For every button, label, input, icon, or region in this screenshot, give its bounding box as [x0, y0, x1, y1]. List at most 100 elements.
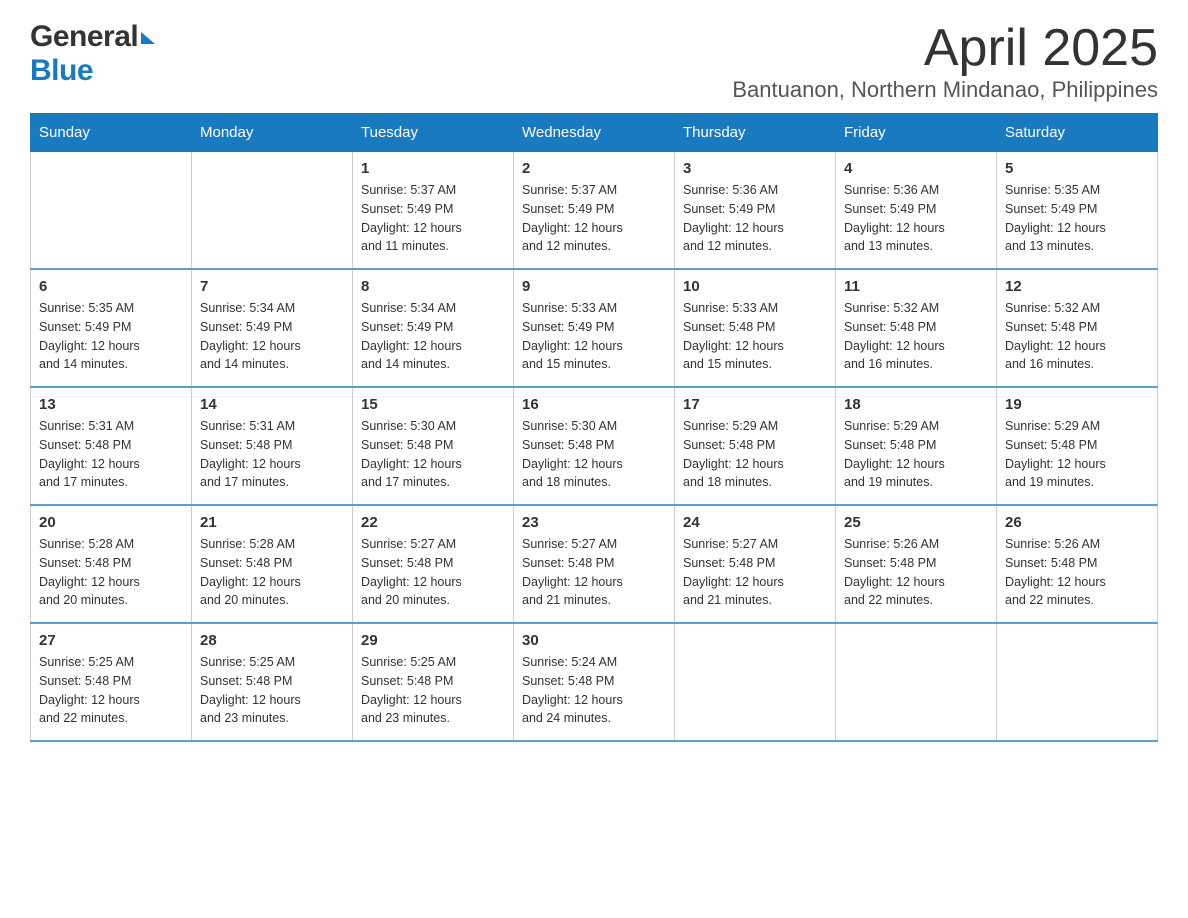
- calendar-week-row: 1 Sunrise: 5:37 AMSunset: 5:49 PMDaylight…: [31, 152, 1158, 270]
- calendar-cell: 4 Sunrise: 5:36 AMSunset: 5:49 PMDaylight…: [836, 152, 997, 270]
- calendar-cell: [192, 152, 353, 270]
- calendar-cell: 3 Sunrise: 5:36 AMSunset: 5:49 PMDaylight…: [675, 152, 836, 270]
- day-info: Sunrise: 5:30 AMSunset: 5:48 PMDaylight:…: [522, 417, 666, 492]
- day-info: Sunrise: 5:32 AMSunset: 5:48 PMDaylight:…: [844, 299, 988, 374]
- location-title: Bantuanon, Northern Mindanao, Philippine…: [732, 77, 1158, 103]
- day-number: 18: [844, 396, 988, 413]
- logo-general: General: [30, 20, 138, 54]
- calendar-cell: 12Sunrise: 5:32 AMSunset: 5:48 PMDayligh…: [997, 269, 1158, 387]
- day-info: Sunrise: 5:27 AMSunset: 5:48 PMDaylight:…: [683, 535, 827, 610]
- calendar-cell: [675, 623, 836, 741]
- day-info: Sunrise: 5:35 AMSunset: 5:49 PMDaylight:…: [39, 299, 183, 374]
- day-number: 2: [522, 160, 666, 177]
- calendar-cell: 23 Sunrise: 5:27 AMSunset: 5:48 PMDayligh…: [514, 505, 675, 623]
- day-info: Sunrise: 5:29 AMSunset: 5:48 PMDaylight:…: [844, 417, 988, 492]
- day-number: 21: [200, 514, 344, 531]
- day-info: Sunrise: 5:27 AMSunset: 5:48 PMDaylight:…: [361, 535, 505, 610]
- day-info: Sunrise: 5:25 AMSunset: 5:48 PMDaylight:…: [200, 653, 344, 728]
- day-info: Sunrise: 5:34 AMSunset: 5:49 PMDaylight:…: [361, 299, 505, 374]
- calendar-cell: 20 Sunrise: 5:28 AMSunset: 5:48 PMDayligh…: [31, 505, 192, 623]
- day-info: Sunrise: 5:36 AMSunset: 5:49 PMDaylight:…: [683, 181, 827, 256]
- day-number: 22: [361, 514, 505, 531]
- calendar-cell: 17 Sunrise: 5:29 AMSunset: 5:48 PMDayligh…: [675, 387, 836, 505]
- title-section: April 2025 Bantuanon, Northern Mindanao,…: [732, 20, 1158, 103]
- calendar-table: SundayMondayTuesdayWednesdayThursdayFrid…: [30, 113, 1158, 742]
- day-info: Sunrise: 5:33 AMSunset: 5:49 PMDaylight:…: [522, 299, 666, 374]
- day-info: Sunrise: 5:30 AMSunset: 5:48 PMDaylight:…: [361, 417, 505, 492]
- calendar-cell: 24 Sunrise: 5:27 AMSunset: 5:48 PMDayligh…: [675, 505, 836, 623]
- day-info: Sunrise: 5:35 AMSunset: 5:49 PMDaylight:…: [1005, 181, 1149, 256]
- day-of-week-header: Friday: [836, 114, 997, 152]
- logo-arrow-icon: [141, 32, 155, 44]
- day-info: Sunrise: 5:29 AMSunset: 5:48 PMDaylight:…: [683, 417, 827, 492]
- calendar-cell: 30Sunrise: 5:24 AMSunset: 5:48 PMDayligh…: [514, 623, 675, 741]
- day-number: 3: [683, 160, 827, 177]
- page-header: General Blue April 2025 Bantuanon, North…: [30, 20, 1158, 103]
- day-number: 23: [522, 514, 666, 531]
- day-number: 5: [1005, 160, 1149, 177]
- calendar-cell: 28Sunrise: 5:25 AMSunset: 5:48 PMDayligh…: [192, 623, 353, 741]
- calendar-cell: 10Sunrise: 5:33 AMSunset: 5:48 PMDayligh…: [675, 269, 836, 387]
- calendar-cell: 2 Sunrise: 5:37 AMSunset: 5:49 PMDaylight…: [514, 152, 675, 270]
- month-title: April 2025: [732, 20, 1158, 77]
- calendar-cell: 19Sunrise: 5:29 AMSunset: 5:48 PMDayligh…: [997, 387, 1158, 505]
- days-of-week-row: SundayMondayTuesdayWednesdayThursdayFrid…: [31, 114, 1158, 152]
- calendar-cell: 5 Sunrise: 5:35 AMSunset: 5:49 PMDaylight…: [997, 152, 1158, 270]
- calendar-cell: 11 Sunrise: 5:32 AMSunset: 5:48 PMDayligh…: [836, 269, 997, 387]
- day-number: 4: [844, 160, 988, 177]
- logo-blue: Blue: [30, 54, 93, 87]
- day-of-week-header: Thursday: [675, 114, 836, 152]
- day-number: 25: [844, 514, 988, 531]
- calendar-cell: 9Sunrise: 5:33 AMSunset: 5:49 PMDaylight…: [514, 269, 675, 387]
- calendar-cell: 26 Sunrise: 5:26 AMSunset: 5:48 PMDayligh…: [997, 505, 1158, 623]
- day-info: Sunrise: 5:37 AMSunset: 5:49 PMDaylight:…: [522, 181, 666, 256]
- calendar-cell: 6 Sunrise: 5:35 AMSunset: 5:49 PMDaylight…: [31, 269, 192, 387]
- day-info: Sunrise: 5:26 AMSunset: 5:48 PMDaylight:…: [844, 535, 988, 610]
- calendar-cell: 15 Sunrise: 5:30 AMSunset: 5:48 PMDayligh…: [353, 387, 514, 505]
- day-number: 26: [1005, 514, 1149, 531]
- day-number: 17: [683, 396, 827, 413]
- day-info: Sunrise: 5:36 AMSunset: 5:49 PMDaylight:…: [844, 181, 988, 256]
- calendar-cell: 29Sunrise: 5:25 AMSunset: 5:48 PMDayligh…: [353, 623, 514, 741]
- calendar-cell: [31, 152, 192, 270]
- day-number: 20: [39, 514, 183, 531]
- day-number: 30: [522, 632, 666, 649]
- day-of-week-header: Sunday: [31, 114, 192, 152]
- day-of-week-header: Wednesday: [514, 114, 675, 152]
- day-info: Sunrise: 5:25 AMSunset: 5:48 PMDaylight:…: [39, 653, 183, 728]
- day-number: 6: [39, 278, 183, 295]
- day-info: Sunrise: 5:37 AMSunset: 5:49 PMDaylight:…: [361, 181, 505, 256]
- calendar-cell: [997, 623, 1158, 741]
- logo: General Blue: [30, 20, 155, 88]
- calendar-cell: 21 Sunrise: 5:28 AMSunset: 5:48 PMDayligh…: [192, 505, 353, 623]
- day-number: 11: [844, 278, 988, 295]
- day-number: 19: [1005, 396, 1149, 413]
- calendar-cell: 27 Sunrise: 5:25 AMSunset: 5:48 PMDayligh…: [31, 623, 192, 741]
- day-of-week-header: Tuesday: [353, 114, 514, 152]
- day-number: 29: [361, 632, 505, 649]
- calendar-cell: 22 Sunrise: 5:27 AMSunset: 5:48 PMDayligh…: [353, 505, 514, 623]
- calendar-cell: 18 Sunrise: 5:29 AMSunset: 5:48 PMDayligh…: [836, 387, 997, 505]
- day-number: 15: [361, 396, 505, 413]
- day-number: 7: [200, 278, 344, 295]
- day-number: 1: [361, 160, 505, 177]
- day-info: Sunrise: 5:31 AMSunset: 5:48 PMDaylight:…: [39, 417, 183, 492]
- day-number: 24: [683, 514, 827, 531]
- day-info: Sunrise: 5:28 AMSunset: 5:48 PMDaylight:…: [200, 535, 344, 610]
- calendar-body: 1 Sunrise: 5:37 AMSunset: 5:49 PMDaylight…: [31, 152, 1158, 742]
- day-info: Sunrise: 5:28 AMSunset: 5:48 PMDaylight:…: [39, 535, 183, 610]
- calendar-header: SundayMondayTuesdayWednesdayThursdayFrid…: [31, 114, 1158, 152]
- day-info: Sunrise: 5:33 AMSunset: 5:48 PMDaylight:…: [683, 299, 827, 374]
- calendar-cell: 13Sunrise: 5:31 AMSunset: 5:48 PMDayligh…: [31, 387, 192, 505]
- day-info: Sunrise: 5:27 AMSunset: 5:48 PMDaylight:…: [522, 535, 666, 610]
- calendar-week-row: 13Sunrise: 5:31 AMSunset: 5:48 PMDayligh…: [31, 387, 1158, 505]
- calendar-cell: 8 Sunrise: 5:34 AMSunset: 5:49 PMDaylight…: [353, 269, 514, 387]
- day-info: Sunrise: 5:26 AMSunset: 5:48 PMDaylight:…: [1005, 535, 1149, 610]
- day-number: 27: [39, 632, 183, 649]
- calendar-week-row: 6 Sunrise: 5:35 AMSunset: 5:49 PMDaylight…: [31, 269, 1158, 387]
- day-number: 16: [522, 396, 666, 413]
- calendar-cell: 1 Sunrise: 5:37 AMSunset: 5:49 PMDaylight…: [353, 152, 514, 270]
- day-info: Sunrise: 5:31 AMSunset: 5:48 PMDaylight:…: [200, 417, 344, 492]
- day-info: Sunrise: 5:34 AMSunset: 5:49 PMDaylight:…: [200, 299, 344, 374]
- day-number: 8: [361, 278, 505, 295]
